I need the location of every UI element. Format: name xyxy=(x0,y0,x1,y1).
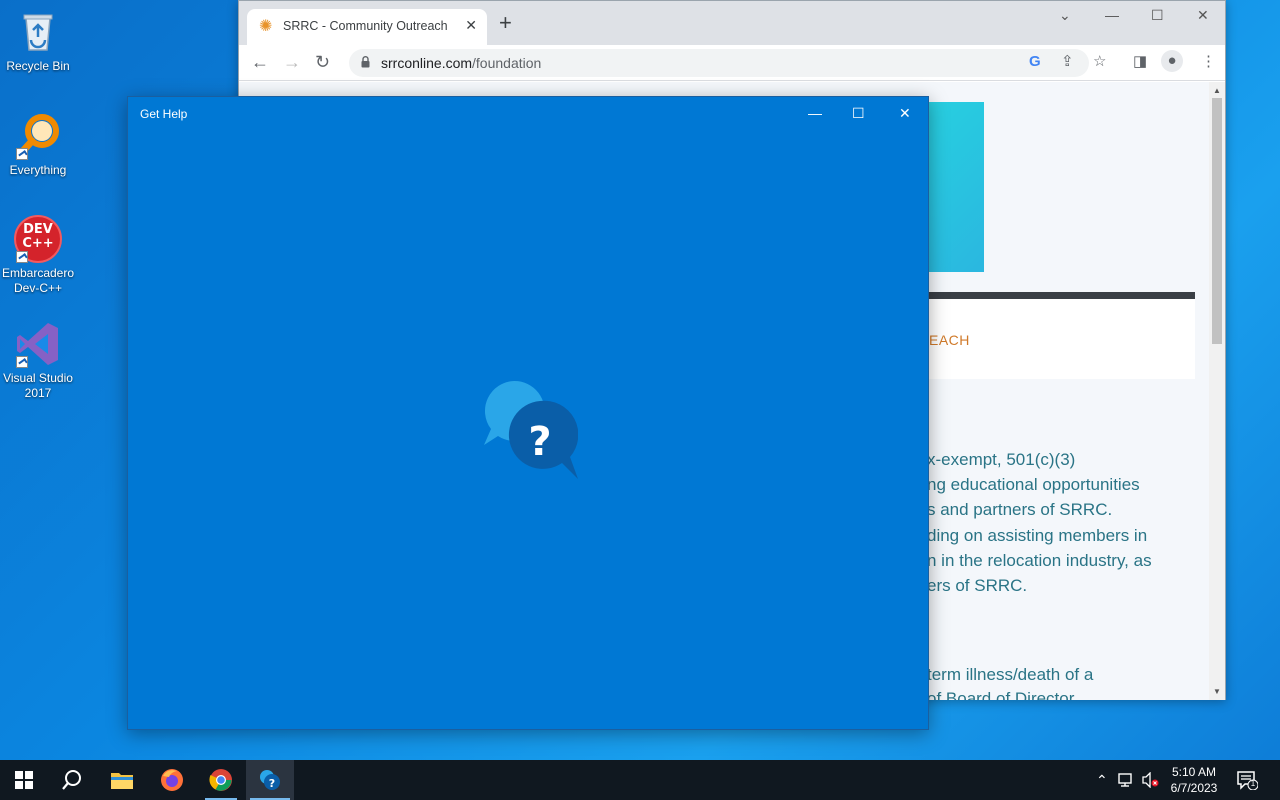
search-button[interactable] xyxy=(48,760,96,800)
page-paragraph-line: ers of SRRC. xyxy=(927,576,1028,595)
desktop-icon-dev-cpp[interactable]: DEV C++ Embarcadero Dev-C++ xyxy=(0,215,76,296)
notification-count-badge: 1 xyxy=(1250,779,1256,788)
close-button[interactable]: ✕ xyxy=(1197,7,1209,24)
search-icon xyxy=(62,770,81,790)
scroll-down-arrow-icon[interactable]: ▼ xyxy=(1213,687,1221,696)
desktop-icon-recycle-bin[interactable]: Recycle Bin xyxy=(0,8,76,74)
maximize-button[interactable]: ☐ xyxy=(852,105,865,122)
taskbar-firefox[interactable] xyxy=(148,760,196,800)
page-paragraph-line: x-exempt, 501(c)(3) xyxy=(927,450,1076,469)
maximize-button[interactable]: ☐ xyxy=(1151,7,1164,24)
page-scrollbar[interactable]: ▲ ▼ xyxy=(1209,82,1225,700)
desktop-icon-visual-studio[interactable]: Visual Studio 2017 xyxy=(0,320,76,401)
start-button[interactable] xyxy=(0,760,48,800)
everything-search-icon xyxy=(14,112,62,160)
desktop-icon-label: Visual Studio 2017 xyxy=(3,371,73,400)
desktop-icon-label: Recycle Bin xyxy=(6,59,70,73)
browser-toolbar: ← → ↻ srrconline.com/foundation G ⇪ ☆ ◨ … xyxy=(239,45,1225,81)
google-icon[interactable]: G xyxy=(1029,53,1041,71)
page-paragraph-line: n in the relocation industry, as xyxy=(927,551,1152,570)
taskbar: ? ⌃ 5:10 AM 6/7/2023 1 xyxy=(0,760,1280,800)
desktop-icon-everything[interactable]: Everything xyxy=(0,112,76,178)
browser-tab[interactable]: ✺ SRRC - Community Outreach ✕ xyxy=(247,9,487,45)
page-nav-link[interactable]: EACH xyxy=(929,332,970,348)
dev-cpp-logo-text: DEV C++ xyxy=(22,222,54,251)
shortcut-arrow-icon xyxy=(16,251,28,263)
profile-avatar-icon[interactable]: ● xyxy=(1161,50,1183,72)
side-panel-icon[interactable]: ◨ xyxy=(1133,53,1147,71)
get-help-window: Get Help — ☐ ✕ ? xyxy=(127,96,929,730)
taskbar-chrome[interactable] xyxy=(197,760,245,800)
clock-date: 6/7/2023 xyxy=(1170,781,1218,795)
dev-cpp-icon: DEV C++ xyxy=(14,215,62,263)
shortcut-arrow-icon xyxy=(16,356,28,368)
folder-icon xyxy=(111,773,133,789)
page-paragraph-line: ng educational opportunities xyxy=(927,475,1140,494)
desktop-icon-label: Embarcadero Dev-C++ xyxy=(1,266,75,295)
scrollbar-thumb[interactable] xyxy=(1212,98,1222,344)
close-button[interactable]: ✕ xyxy=(899,105,911,122)
minimize-button[interactable]: — xyxy=(808,105,822,121)
taskbar-file-explorer[interactable] xyxy=(98,760,146,800)
tab-search-chevron-icon[interactable]: ⌄ xyxy=(1059,7,1071,24)
menu-kebab-icon[interactable]: ⋮ xyxy=(1201,53,1216,71)
lock-icon xyxy=(361,56,370,68)
page-paragraph-line: of Board of Director xyxy=(927,689,1075,700)
window-title: Get Help xyxy=(140,107,188,121)
show-hidden-icons-chevron-icon[interactable]: ⌃ xyxy=(1096,760,1108,800)
forward-button[interactable]: → xyxy=(283,52,301,72)
action-center-button[interactable]: 1 xyxy=(1236,770,1259,791)
share-icon[interactable]: ⇪ xyxy=(1061,53,1074,71)
taskbar-clock[interactable]: 5:10 AM 6/7/2023 xyxy=(1160,764,1228,796)
scroll-up-arrow-icon[interactable]: ▲ xyxy=(1213,86,1221,95)
reload-button[interactable]: ↻ xyxy=(315,52,330,72)
tab-title: SRRC - Community Outreach xyxy=(283,19,448,33)
svg-text:?: ? xyxy=(528,419,551,465)
taskbar-get-help[interactable]: ? xyxy=(246,760,294,800)
minimize-button[interactable]: — xyxy=(1105,7,1119,23)
page-paragraph-line: term illness/death of a xyxy=(927,665,1094,684)
visual-studio-icon xyxy=(14,320,62,368)
get-help-icon: ? xyxy=(260,770,280,790)
url-text: srrconline.com/foundation xyxy=(381,55,542,71)
new-tab-button[interactable]: + xyxy=(499,12,512,34)
windows-logo-icon xyxy=(15,771,33,789)
recycle-bin-icon xyxy=(14,8,62,56)
volume-muted-icon[interactable] xyxy=(1142,760,1160,800)
get-help-logo-icon: ? xyxy=(484,380,578,479)
svg-text:?: ? xyxy=(269,777,275,790)
shortcut-arrow-icon xyxy=(16,148,28,160)
desktop-icon-label: Everything xyxy=(9,163,67,177)
bookmark-star-icon[interactable]: ☆ xyxy=(1093,53,1106,71)
back-button[interactable]: ← xyxy=(251,52,269,72)
network-icon[interactable] xyxy=(1118,760,1136,800)
address-bar[interactable]: srrconline.com/foundation xyxy=(349,49,1089,77)
tab-close-icon[interactable]: ✕ xyxy=(465,17,477,34)
clock-time: 5:10 AM xyxy=(1171,765,1217,779)
chrome-icon xyxy=(209,769,232,791)
page-paragraph-line: ding on assisting members in xyxy=(927,526,1148,545)
tab-strip: ✺ SRRC - Community Outreach ✕ + ⌄ — ☐ ✕ xyxy=(239,1,1225,45)
firefox-icon xyxy=(161,769,183,791)
srrc-favicon-icon: ✺ xyxy=(259,18,273,35)
page-paragraph-line: s and partners of SRRC. xyxy=(927,500,1113,519)
